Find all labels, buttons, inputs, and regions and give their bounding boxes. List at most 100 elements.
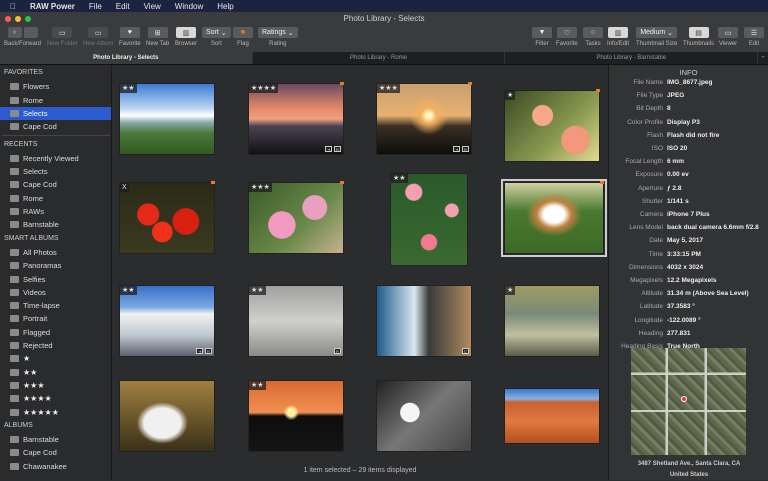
photo-thumbnail[interactable]: ★★ <box>119 83 215 155</box>
back-button[interactable]: ‹ <box>7 27 22 38</box>
menu-window[interactable]: Window <box>175 2 203 11</box>
sidebar-item-rome[interactable]: Rome <box>0 94 111 107</box>
sidebar-item-rejected-smart[interactable]: Rejected <box>0 339 111 352</box>
info-value: 3:33:15 PM <box>667 250 701 258</box>
favorite-filter-button[interactable]: ♡ <box>556 27 577 38</box>
sidebar-item-time-lapse-smart[interactable]: Time-lapse <box>0 299 111 312</box>
sidebar-item-label: Selfies <box>23 274 46 284</box>
photo-thumbnail[interactable]: X <box>119 181 215 254</box>
tab-selects[interactable]: Photo Library - Selects <box>0 52 253 64</box>
portrait-icon <box>10 315 19 323</box>
photo-thumbnail[interactable]: ★★ R <box>248 285 344 357</box>
photo-thumbnail[interactable]: ★★ <box>248 380 344 452</box>
new-album-button[interactable]: ▭ <box>88 27 109 38</box>
sidebar-item-raws-recents[interactable]: RAWs <box>0 205 111 218</box>
star-rating[interactable]: ★★ <box>249 381 266 390</box>
circle-icon: ○ <box>590 29 596 36</box>
star-rating[interactable]: ★★★ <box>249 183 272 192</box>
sidebar-item-all-photos-smart[interactable]: All Photos <box>0 246 111 259</box>
thumbnails-button[interactable]: ▤ <box>688 27 709 38</box>
photo-thumbnail[interactable]: ★★ ⇥ R <box>119 285 215 357</box>
new-tab-button[interactable]: ⊞ <box>147 27 168 38</box>
rejected-badge[interactable]: X <box>120 183 129 192</box>
edit-button[interactable]: ☰ <box>744 27 764 38</box>
star-rating[interactable]: ★★ <box>120 84 137 93</box>
sidebar-item-selects[interactable]: Selects <box>0 106 111 120</box>
ratings-dropdown[interactable]: Ratings ⌄ <box>258 27 298 38</box>
star-album-icon <box>10 408 19 416</box>
flag-button[interactable]: ⚑ <box>233 27 253 38</box>
star-rating[interactable]: ★★★★ <box>249 84 279 93</box>
menu-edit[interactable]: Edit <box>116 2 130 11</box>
sidebar-item-starstar-smart[interactable]: ★★ <box>0 366 111 379</box>
photo-thumbnail[interactable] <box>501 179 607 257</box>
sidebar-item-chawanakee-albums[interactable]: Chawanakee <box>0 460 111 473</box>
browser-button[interactable]: ▥ <box>176 27 196 38</box>
filter-button[interactable]: ▼ <box>532 27 552 38</box>
sidebar-item-portrait-smart[interactable]: Portrait <box>0 312 111 325</box>
sidebar-item-cape-cod[interactable]: Cape Cod <box>0 120 111 133</box>
photo-thumbnail[interactable]: ★ <box>504 89 600 162</box>
sidebar-item-star-smart[interactable]: ★ <box>0 352 111 365</box>
star-rating[interactable]: ★★★ <box>377 84 400 93</box>
photo-thumbnail[interactable]: ★★★ <box>248 181 344 254</box>
info-value: 8 <box>667 105 671 113</box>
sidebar-item-recently-viewed-recents[interactable]: Recently Viewed <box>0 152 111 165</box>
tab-barnstable[interactable]: Photo Library - Barnstable <box>505 52 759 64</box>
photo-thumbnail[interactable] <box>119 380 215 452</box>
star-rating[interactable]: ★★ <box>391 174 408 183</box>
sidebar-item-cape-cod-recents[interactable]: Cape Cod <box>0 178 111 191</box>
sidebar-item-panoramas-smart[interactable]: Panoramas <box>0 259 111 272</box>
info-label: Longitude <box>634 316 663 324</box>
sort-dropdown[interactable]: Sort ⌄ <box>202 27 231 38</box>
info-edit-button[interactable]: ▥ <box>608 27 628 38</box>
sidebar-item-starstarstar-smart[interactable]: ★★★ <box>0 379 111 392</box>
photo-thumbnail[interactable]: ★★★★ ⇥ R <box>248 82 344 155</box>
sidebar-item-label: Recently Viewed <box>23 153 79 163</box>
location-map[interactable] <box>631 348 746 455</box>
tab-rome[interactable]: Photo Library - Rome <box>253 52 506 64</box>
menu-help[interactable]: Help <box>217 2 233 11</box>
sidebar-item-videos-smart[interactable]: Videos <box>0 286 111 299</box>
thumbnail-size-dropdown[interactable]: Medium ⌄ <box>636 27 678 38</box>
album-icon: ▭ <box>94 29 102 37</box>
sidebar-item-starstarstarstarstar-smart[interactable]: ★★★★★ <box>0 406 111 419</box>
info-value: 31.34 m (Above Sea Level) <box>667 290 749 298</box>
badge-group: R <box>334 348 341 354</box>
sidebar-item-selects-recents[interactable]: Selects <box>0 165 111 178</box>
forward-button[interactable] <box>23 27 38 38</box>
photo-thumbnail[interactable]: ★ <box>504 285 600 357</box>
photo-thumbnail[interactable] <box>504 388 600 444</box>
viewer-label: Viewer <box>718 41 738 47</box>
menu-app[interactable]: RAW Power <box>30 2 75 11</box>
location-address: 3487 Shetland Ave., Santa Clara, CA Unit… <box>609 459 768 481</box>
sidebar-item-rome-recents[interactable]: Rome <box>0 192 111 205</box>
photo-thumbnail[interactable]: ◱ <box>376 285 472 357</box>
info-row-heading: Heading 277.831 <box>609 330 768 343</box>
apple-icon[interactable]:  <box>10 2 16 11</box>
tasks-button[interactable]: ○ <box>583 27 603 38</box>
info-label: Altitude <box>641 290 663 298</box>
star-rating[interactable]: ★ <box>505 91 516 100</box>
new-folder-button[interactable]: ▭ <box>52 27 73 38</box>
back-forward-label: Back/Forward <box>4 41 42 47</box>
sidebar-item-cape-cod-albums[interactable]: Cape Cod <box>0 446 111 459</box>
sidebar-item-selfies-smart[interactable]: Selfies <box>0 273 111 286</box>
favorite-button[interactable]: ♥ <box>119 27 140 38</box>
photo-thumbnail[interactable]: ★★★ ⇥ R <box>376 82 472 155</box>
add-tab-button[interactable]: + <box>758 52 768 64</box>
photo-thumbnail[interactable] <box>376 380 472 452</box>
star-rating[interactable]: ★ <box>505 286 516 295</box>
sidebar-item-barnstable-recents[interactable]: Barnstable <box>0 218 111 231</box>
info-label: Flash <box>647 131 663 139</box>
sidebar-item-barnstable-albums[interactable]: Barnstable <box>0 433 111 446</box>
photo-thumbnail[interactable]: ★★ <box>390 173 468 266</box>
star-rating[interactable]: ★★ <box>120 286 137 295</box>
menu-view[interactable]: View <box>144 2 161 11</box>
sidebar-item-flowers[interactable]: Flowers <box>0 80 111 93</box>
sidebar-item-starstarstarstar-smart[interactable]: ★★★★ <box>0 392 111 405</box>
sidebar-item-flagged-smart[interactable]: Flagged <box>0 326 111 339</box>
viewer-button[interactable]: ▭ <box>718 27 738 38</box>
star-rating[interactable]: ★★ <box>249 286 266 295</box>
menu-file[interactable]: File <box>89 2 102 11</box>
